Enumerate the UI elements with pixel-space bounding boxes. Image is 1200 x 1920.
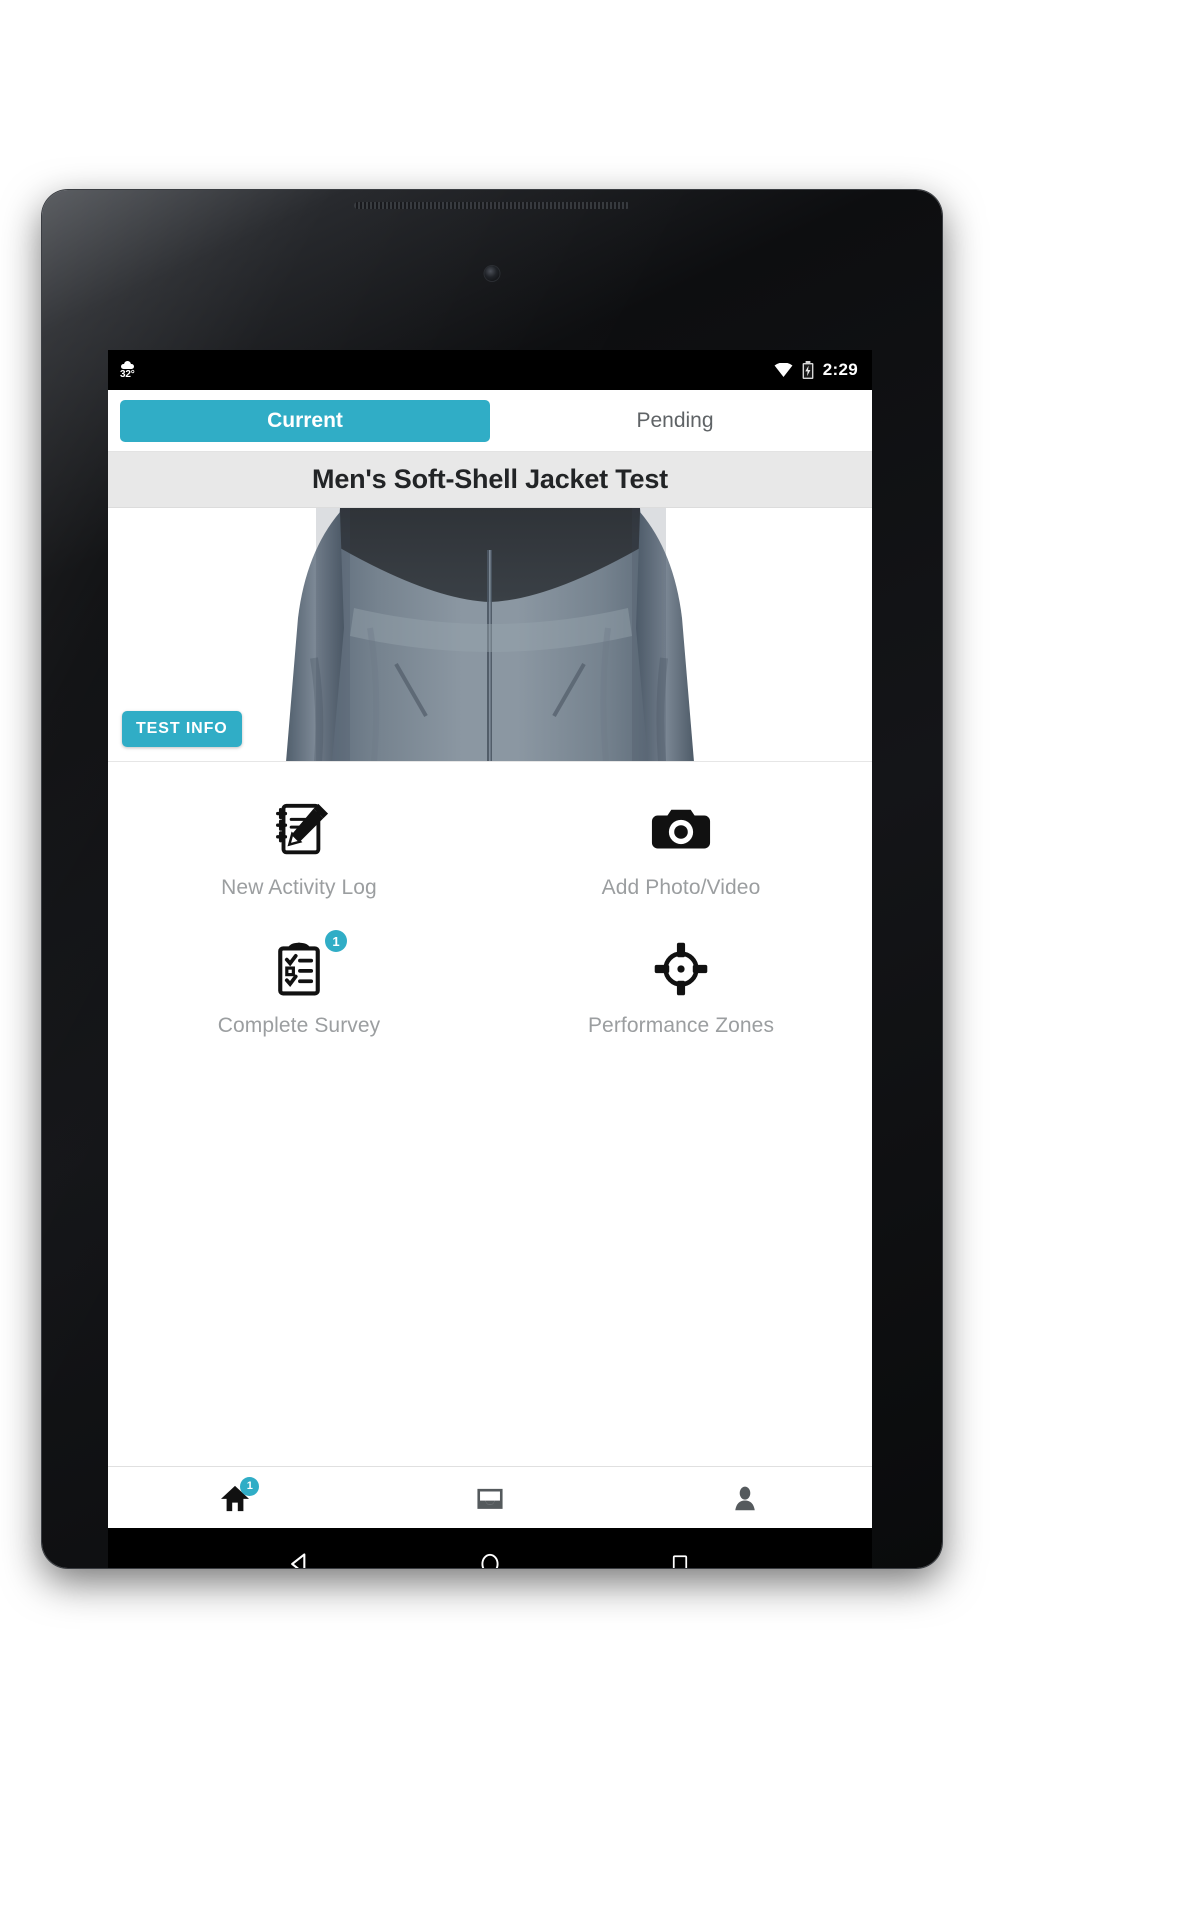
tab-pending[interactable]: Pending	[490, 400, 860, 442]
notepad-pencil-icon	[263, 798, 335, 864]
page-title: Men's Soft-Shell Jacket Test	[312, 464, 668, 494]
status-weather: 32°	[120, 360, 135, 380]
nav-item-home[interactable]: 1	[108, 1476, 363, 1516]
battery-charging-icon	[802, 361, 814, 379]
bottom-navigation-bar: 1	[108, 1466, 872, 1528]
cloud-icon	[120, 360, 134, 369]
android-status-bar: 32° 2:29	[108, 350, 872, 390]
action-label: Performance Zones	[587, 1014, 775, 1037]
speaker-grille	[354, 202, 630, 209]
triangle-back-icon[interactable]	[283, 1547, 317, 1568]
square-recents-icon[interactable]	[663, 1547, 697, 1568]
action-label: Complete Survey	[217, 1014, 381, 1037]
product-hero-image[interactable]: TEST INFO	[108, 508, 872, 762]
home-icon: 1	[215, 1476, 260, 1516]
action-add-photo-video[interactable]: Add Photo/Video	[490, 792, 872, 904]
crosshair-target-icon	[645, 936, 717, 1002]
temperature-label: 32°	[120, 368, 135, 380]
action-label: New Activity Log	[221, 876, 377, 899]
action-new-activity-log[interactable]: New Activity Log	[108, 792, 490, 904]
nav-item-profile[interactable]	[617, 1480, 872, 1516]
tablet-screen: 32° 2:29 Current Pending Men's Soft-Shel…	[108, 350, 872, 1528]
camera-icon	[645, 798, 717, 864]
page-title-band: Men's Soft-Shell Jacket Test	[108, 452, 872, 508]
action-label: Add Photo/Video	[601, 876, 761, 899]
clock-label: 2:29	[822, 360, 858, 379]
home-count-badge: 1	[240, 1476, 260, 1496]
survey-count-badge: 1	[325, 930, 347, 952]
tab-current[interactable]: Current	[120, 399, 490, 442]
tab-bar: Current Pending	[108, 390, 872, 452]
test-info-badge[interactable]: TEST INFO	[122, 711, 242, 747]
tab-current-label: Current	[267, 408, 343, 432]
action-performance-zones[interactable]: Performance Zones	[490, 930, 872, 1042]
action-grid: New Activity Log Add Photo/Video 1 Compl…	[108, 762, 872, 1042]
wifi-icon	[774, 363, 793, 377]
inbox-icon	[470, 1480, 510, 1516]
person-icon	[725, 1480, 765, 1516]
status-right-cluster: 2:29	[774, 360, 858, 380]
tab-pending-label: Pending	[636, 408, 714, 432]
circle-home-icon[interactable]	[473, 1547, 507, 1568]
android-soft-nav-bar	[108, 1528, 872, 1568]
action-complete-survey[interactable]: 1 Complete Survey	[108, 930, 490, 1042]
nav-item-inbox[interactable]	[363, 1480, 618, 1516]
tablet-device-frame: 32° 2:29 Current Pending Men's Soft-Shel…	[42, 190, 942, 1568]
clipboard-check-icon: 1	[263, 930, 347, 1002]
front-camera-icon	[484, 266, 500, 281]
